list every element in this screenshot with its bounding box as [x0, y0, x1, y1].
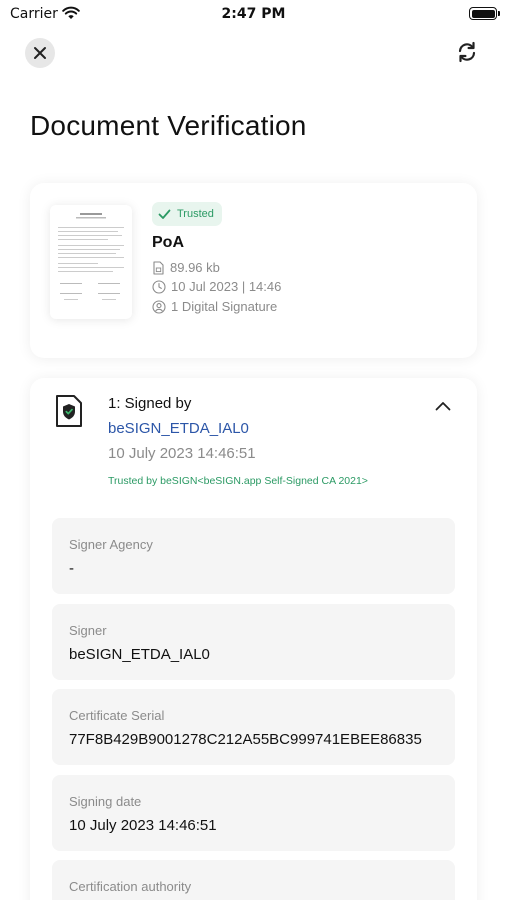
file-icon [153, 260, 164, 275]
field-value: beSIGN_ETDA_IAL0 [69, 646, 210, 663]
check-icon [158, 209, 171, 219]
signature-card: 1: Signed by beSIGN_ETDA_IAL0 10 July 20… [30, 378, 477, 900]
field-label: Certificate Serial [69, 708, 165, 723]
signer-agency-field: Signer Agency - [52, 518, 455, 594]
refresh-button[interactable] [453, 38, 481, 66]
field-value: - [69, 560, 74, 577]
trusted-by-label: Trusted by beSIGN<beSIGN.app Self-Signed… [108, 475, 368, 487]
user-icon [152, 299, 166, 314]
field-label: Signer Agency [69, 537, 153, 552]
signature-heading: 1: Signed by [108, 395, 192, 412]
document-date-row: 10 Jul 2023 | 14:46 [152, 279, 281, 294]
clock-icon [152, 279, 166, 294]
document-name: PoA [152, 234, 184, 251]
signing-date-field: Signing date 10 July 2023 14:46:51 [52, 775, 455, 851]
document-size-row: 89.96 kb [152, 260, 220, 275]
document-signatures: 1 Digital Signature [171, 299, 278, 314]
signed-document-shield-icon [54, 394, 84, 432]
clock: 2:47 PM [221, 6, 286, 22]
status-bar: Carrier 2:47 PM [0, 0, 507, 30]
field-value: 77F8B429B9001278C212A55BC999741EBEE86835 [69, 731, 422, 748]
chevron-up-icon [435, 402, 451, 411]
document-size: 89.96 kb [170, 260, 220, 275]
close-button[interactable] [25, 38, 55, 68]
trusted-badge-label: Trusted [177, 208, 214, 220]
field-value: 10 July 2023 14:46:51 [69, 817, 217, 834]
signer-name[interactable]: beSIGN_ETDA_IAL0 [108, 420, 249, 437]
collapse-button[interactable] [431, 396, 455, 416]
page-title: Document Verification [30, 110, 307, 141]
field-label: Signer [69, 623, 107, 638]
field-label: Signing date [69, 794, 142, 809]
certification-authority-field: Certification authority [52, 860, 455, 900]
signer-field: Signer beSIGN_ETDA_IAL0 [52, 604, 455, 680]
battery-icon [469, 7, 500, 20]
document-signatures-row: 1 Digital Signature [152, 299, 277, 314]
document-card[interactable]: Trusted PoA 89.96 kb 10 Jul 2023 | 14:46… [30, 183, 477, 358]
refresh-icon [458, 41, 476, 63]
close-icon [34, 47, 46, 59]
trusted-badge: Trusted [152, 202, 222, 226]
document-date: 10 Jul 2023 | 14:46 [171, 279, 282, 294]
document-thumbnail[interactable] [50, 205, 132, 319]
certificate-serial-field: Certificate Serial 77F8B429B9001278C212A… [52, 689, 455, 765]
field-label: Certification authority [69, 879, 192, 894]
signature-date: 10 July 2023 14:46:51 [108, 445, 256, 462]
